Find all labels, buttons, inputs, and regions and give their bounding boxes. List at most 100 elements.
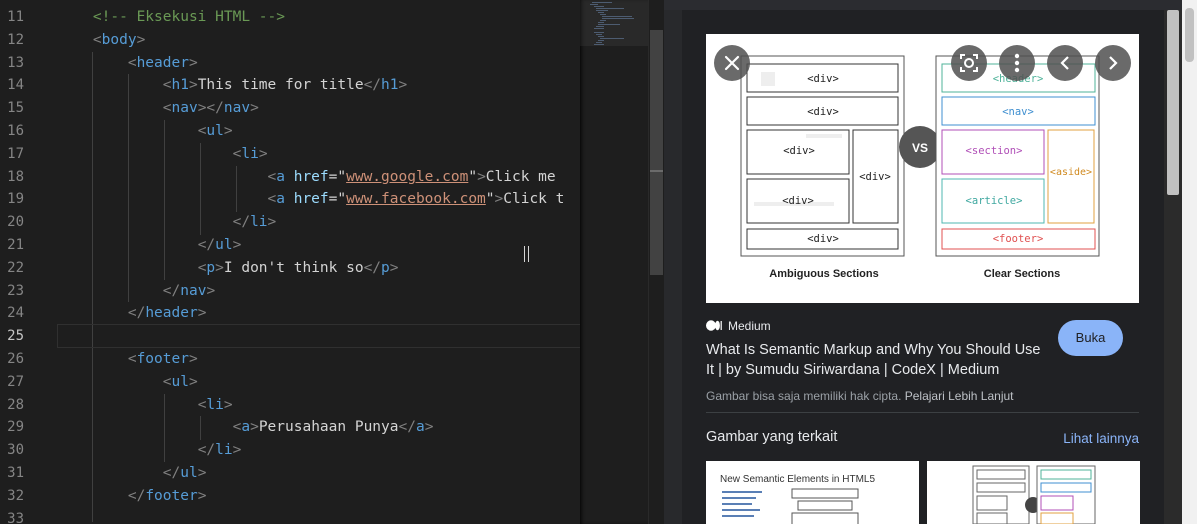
code-line[interactable]: <li> xyxy=(58,143,268,165)
diagram-label: <footer> xyxy=(993,233,1044,245)
attribute-name: href xyxy=(293,169,329,185)
code-line[interactable]: </ul> xyxy=(58,462,207,484)
open-button[interactable]: Buka xyxy=(1058,320,1123,356)
result-title-link[interactable]: What Is Semantic Markup and Why You Shou… xyxy=(706,340,1050,380)
tag-name: a xyxy=(276,191,285,207)
code-line[interactable]: <h1>This time for title</h1> xyxy=(58,74,407,96)
text-content: Click t xyxy=(503,191,565,207)
diagram-label: <section> xyxy=(966,145,1023,157)
code-line[interactable]: <footer> xyxy=(58,348,198,370)
diagram-label: <div> xyxy=(807,106,839,118)
diagram-heading: Clear Sections xyxy=(984,268,1060,280)
tag-name: p xyxy=(381,260,390,276)
line-number: 18 xyxy=(7,169,24,185)
line-number: 29 xyxy=(7,419,24,435)
tag-name: li xyxy=(250,214,268,230)
code-line[interactable]: <ul> xyxy=(58,120,233,142)
tag-name: nav xyxy=(180,283,207,299)
text-content: Click me xyxy=(485,169,556,185)
editor-scrollbar[interactable] xyxy=(648,0,665,524)
line-number: 14 xyxy=(7,77,24,93)
code-editor[interactable]: 11 12 13 14 15 16 17 18 19 20 21 22 23 2… xyxy=(0,0,580,524)
code-line[interactable]: <nav></nav> xyxy=(58,97,259,119)
tag-name: ul xyxy=(171,374,189,390)
source-name: Medium xyxy=(728,319,771,333)
image-search-panel: <div> <div> <div> <div> <div> <div> Ambi… xyxy=(664,0,1197,524)
code-line[interactable]: </header> xyxy=(58,302,207,324)
code-line[interactable]: <ul> xyxy=(58,371,198,393)
window-scrollbar-thumb[interactable] xyxy=(1185,8,1194,62)
panel-scrollbar-thumb[interactable] xyxy=(1167,10,1179,195)
text-content: Perusahaan Punya xyxy=(258,419,399,435)
code-line[interactable]: </footer> xyxy=(58,485,207,507)
tag-name: nav xyxy=(223,100,251,116)
tag-name: li xyxy=(206,397,224,413)
code-line[interactable]: </nav> xyxy=(58,280,215,302)
tag-name: li xyxy=(215,442,233,458)
chevron-right-icon[interactable] xyxy=(1095,45,1131,81)
code-line[interactable]: </li> xyxy=(58,439,242,461)
diagram-label: <div> xyxy=(807,73,839,85)
tag-name: ul xyxy=(215,237,233,253)
tag-name: header xyxy=(145,305,198,321)
related-thumbnail[interactable]: New Semantic Elements in HTML5 xyxy=(706,461,919,524)
tag-name: ul xyxy=(206,123,224,139)
see-more-link[interactable]: Lihat lainnya xyxy=(1063,430,1139,448)
code-line[interactable]: <body> xyxy=(58,29,145,51)
link-href-google[interactable]: www.google.com xyxy=(346,169,468,185)
chevron-left-icon[interactable] xyxy=(1047,45,1083,81)
tag-name: p xyxy=(206,260,216,276)
thumbnail-title: New Semantic Elements in HTML5 xyxy=(720,474,875,485)
line-number: 13 xyxy=(7,55,24,71)
tag-name: footer xyxy=(136,351,189,367)
line-number: 21 xyxy=(7,237,24,253)
code-line[interactable]: </li> xyxy=(58,211,277,233)
text-content: I don't think so xyxy=(223,260,364,276)
code-line-current[interactable] xyxy=(57,324,580,348)
source-row[interactable]: Medium xyxy=(706,318,771,334)
close-icon[interactable] xyxy=(714,45,750,81)
line-number: 19 xyxy=(7,191,24,207)
learn-more-link[interactable]: Pelajari Lebih Lanjut xyxy=(905,389,1014,403)
tag-name: h1 xyxy=(171,77,189,93)
code-line[interactable]: <li> xyxy=(58,394,233,416)
line-number: 24 xyxy=(7,305,24,321)
line-number: 12 xyxy=(7,32,24,48)
code-line[interactable]: <a>Perusahaan Punya</a> xyxy=(58,416,434,438)
panel-left-strip xyxy=(664,10,682,524)
code-line[interactable]: <p>I don't think so</p> xyxy=(58,257,399,279)
line-number: 27 xyxy=(7,374,24,390)
code-line[interactable]: <!-- Eksekusi HTML --> xyxy=(58,6,285,28)
diagram-label: <div> xyxy=(859,171,891,183)
diagram-label: <article> xyxy=(966,195,1023,207)
link-href-facebook[interactable]: www.facebook.com xyxy=(346,191,486,207)
tag-name: nav xyxy=(171,100,198,116)
text-cursor-ibeam xyxy=(524,246,529,262)
diagram-label: <div> xyxy=(807,233,839,245)
code-line[interactable]: </ul> xyxy=(58,234,242,256)
window-scrollbar[interactable] xyxy=(1182,0,1197,524)
line-number: 11 xyxy=(7,9,24,25)
minimap-slider[interactable] xyxy=(580,0,648,46)
tag-name: ul xyxy=(180,465,198,481)
code-line[interactable]: <a href="www.google.com">Click me xyxy=(58,166,556,188)
more-vert-icon[interactable] xyxy=(999,45,1035,81)
line-number: 23 xyxy=(7,283,24,299)
code-line[interactable]: <header> xyxy=(58,52,198,74)
minimap[interactable] xyxy=(580,0,648,524)
code-line[interactable]: <a href="www.facebook.com">Click t xyxy=(58,188,565,210)
line-number-active: 25 xyxy=(7,328,24,344)
copyright-text: Gambar bisa saja memiliki hak cipta. xyxy=(706,389,902,403)
related-thumbnail-image: New Semantic Elements in HTML5 xyxy=(720,474,875,524)
panel-top-strip xyxy=(664,0,1197,10)
panel-scrollbar[interactable] xyxy=(1164,10,1182,524)
lens-icon[interactable] xyxy=(951,45,987,81)
editor-scrollbar-thumb[interactable] xyxy=(650,30,663,275)
diagram-label: <div> xyxy=(782,195,814,207)
vs-label: VS xyxy=(912,141,928,155)
line-number: 33 xyxy=(7,511,24,524)
related-thumbnail[interactable] xyxy=(927,461,1140,524)
tag-name: li xyxy=(241,146,259,162)
line-number: 16 xyxy=(7,123,24,139)
tag-name: body xyxy=(101,32,137,48)
